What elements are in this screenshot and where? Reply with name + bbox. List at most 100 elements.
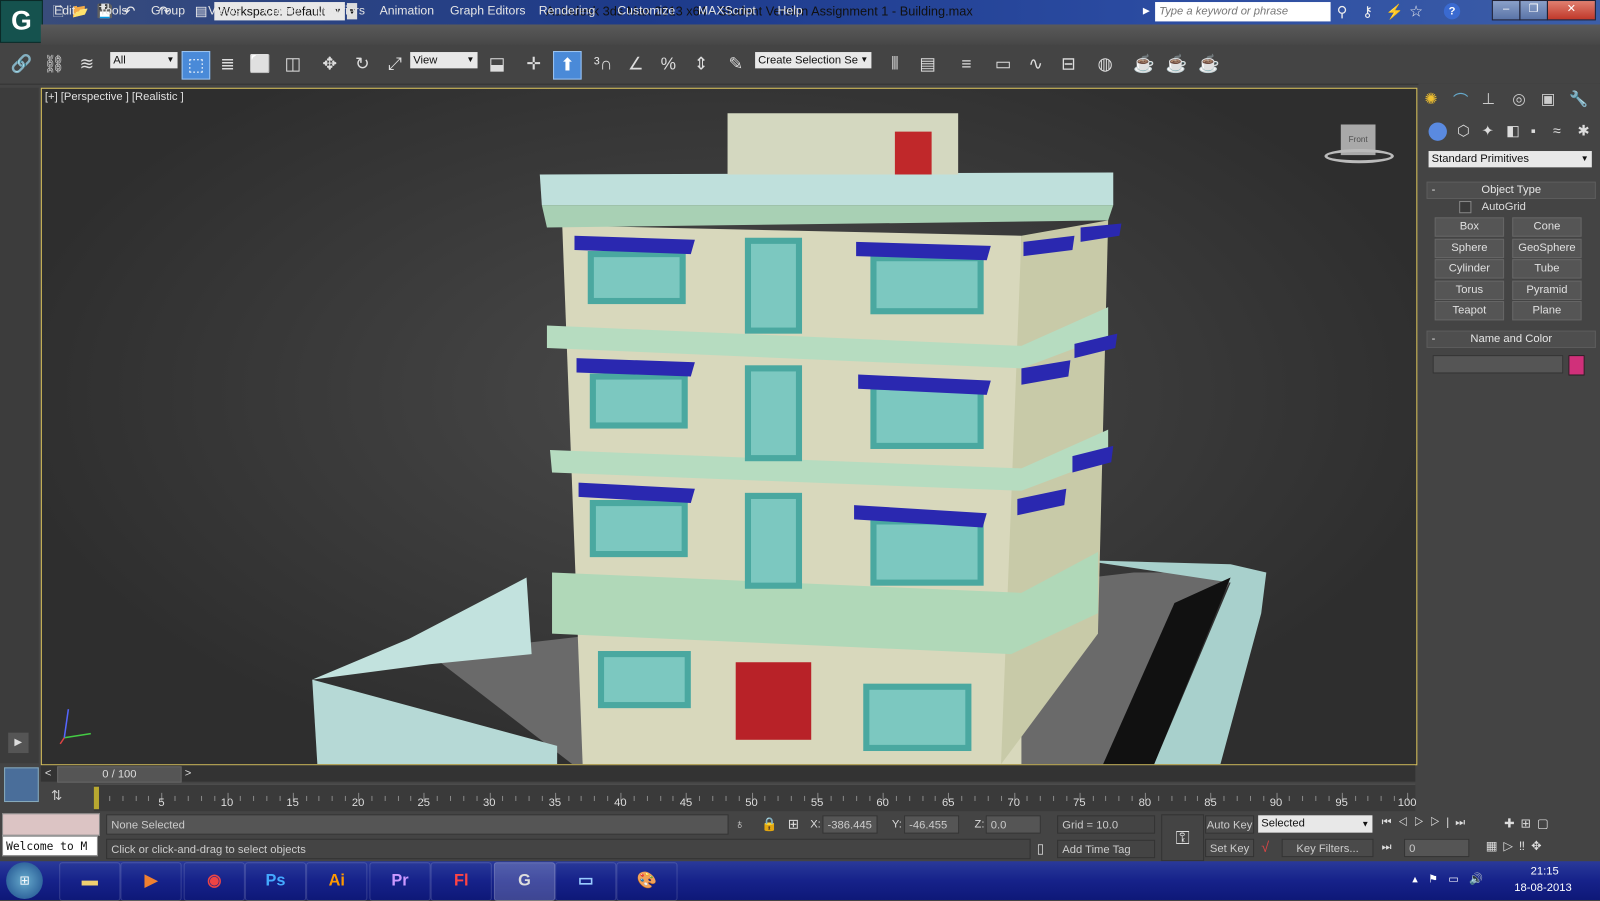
mini-curve-editor-icon[interactable] (4, 767, 39, 803)
y-coordinate-field[interactable]: -46.455 (904, 815, 960, 834)
add-time-tag-button[interactable]: Add Time Tag (1057, 839, 1156, 859)
viewcube[interactable]: Front (1324, 122, 1395, 169)
menu-rendering[interactable]: Rendering (539, 3, 596, 17)
cone-button[interactable]: Cone (1512, 217, 1582, 237)
reference-coordinate-dropdown[interactable]: View (410, 52, 478, 69)
named-selection-set-dropdown[interactable]: Create Selection Se (755, 52, 872, 69)
edit-named-selection-icon[interactable]: ✎ (722, 51, 749, 78)
menu-graph-editors[interactable]: Graph Editors (450, 3, 526, 17)
selection-lock-icon[interactable]: 🔒 (761, 816, 778, 832)
taskbar-flash[interactable]: Fl (430, 862, 492, 901)
auto-key-button[interactable]: Auto Key (1205, 815, 1255, 834)
menu-help[interactable]: Help (778, 3, 803, 17)
schematic-view-icon[interactable]: ⊟ (1055, 51, 1082, 78)
close-button[interactable]: ✕ (1546, 0, 1596, 21)
menu-customize[interactable]: Customize (617, 3, 675, 17)
viewport-label-menu[interactable]: [+] [Perspective ] [Realistic ] (45, 91, 184, 103)
time-slider[interactable]: 0 / 100 (57, 766, 182, 783)
isolate-selection-icon[interactable]: ♁ (735, 816, 745, 831)
modify-tab-icon[interactable]: ⌒ (1453, 90, 1468, 111)
restore-button[interactable]: ❐ (1519, 0, 1548, 21)
taskbar-media-player[interactable]: ▶ (120, 862, 182, 901)
layer-manager-icon[interactable]: ≡ (953, 51, 980, 78)
rendered-frame-window-icon[interactable]: ☕ (1163, 51, 1190, 78)
set-keys-key-icon[interactable]: ⚿ (1161, 814, 1205, 862)
rectangular-selection-icon[interactable]: ⬜ (247, 51, 274, 78)
select-and-link-icon[interactable]: 🔗 (8, 51, 35, 78)
maxscript-mini-listener-toggle[interactable]: ▶ (8, 732, 29, 754)
taskbar-photoshop[interactable]: Ps (244, 862, 307, 901)
binoculars-icon[interactable]: ⚲ (1337, 3, 1347, 20)
maxscript-listener-white[interactable]: Welcome to M (2, 835, 98, 857)
time-slider-next[interactable]: > (185, 767, 192, 779)
application-button[interactable]: G (0, 0, 43, 43)
taskbar-paint[interactable]: 🎨 (616, 862, 678, 901)
align-icon[interactable]: ▤ (914, 51, 941, 78)
geometry-icon[interactable] (1428, 122, 1447, 141)
autogrid-checkbox[interactable] (1459, 201, 1472, 214)
systems-icon[interactable]: ✱ (1578, 122, 1590, 139)
menu-tools[interactable]: Tools (99, 3, 128, 17)
shapes-icon[interactable]: ⬡ (1457, 122, 1469, 139)
help-icon[interactable]: ? (1443, 3, 1461, 20)
time-tag-icon[interactable]: ▯ (1037, 841, 1044, 857)
key-mode-dropdown[interactable]: Selected (1258, 815, 1373, 833)
perspective-viewport[interactable] (40, 87, 1418, 766)
bind-space-warp-icon[interactable]: ≋ (73, 51, 100, 78)
taskbar-explorer[interactable]: ▬ (59, 862, 121, 901)
curve-editor-icon[interactable]: ∿ (1022, 51, 1049, 78)
menu-group[interactable]: Group (151, 3, 185, 17)
object-type-rollout-header[interactable]: - Object Type (1426, 181, 1596, 199)
scene-explorer-icon[interactable]: ▭ (990, 51, 1017, 78)
space-warps-icon[interactable]: ≈ (1553, 122, 1561, 138)
favorites-star-icon[interactable]: ☆ (1409, 2, 1423, 20)
geosphere-button[interactable]: GeoSphere (1512, 238, 1582, 259)
unlink-icon[interactable]: ⛓ (41, 51, 68, 78)
default-tangent-icon[interactable]: √ (1261, 839, 1269, 855)
window-crossing-icon[interactable]: ◫ (280, 51, 307, 78)
time-slider-prev[interactable]: < (45, 767, 52, 779)
select-by-name-icon[interactable]: ≣ (214, 51, 241, 78)
keyboard-shortcut-override-icon[interactable]: ⬆ (553, 51, 582, 80)
key-icon[interactable]: ⚷ (1362, 3, 1372, 20)
set-key-button[interactable]: Set Key (1205, 838, 1255, 858)
percent-snap-icon[interactable]: % (655, 51, 682, 78)
tube-button[interactable]: Tube (1512, 259, 1582, 279)
menu-modifiers[interactable]: Modifiers (315, 3, 365, 17)
name-color-rollout-header[interactable]: - Name and Color (1426, 330, 1596, 348)
viewcube-compass-ring[interactable] (1324, 148, 1394, 164)
select-and-rotate-icon[interactable]: ↻ (349, 51, 376, 78)
plane-button[interactable]: Plane (1512, 301, 1582, 321)
pivot-center-icon[interactable]: ⬓ (484, 51, 511, 78)
pyramid-button[interactable]: Pyramid (1512, 280, 1582, 300)
manipulate-icon[interactable]: ✛ (520, 51, 547, 78)
snaps-toggle-icon[interactable]: ³∩ (590, 51, 617, 78)
current-frame-field[interactable]: 0 (1404, 838, 1470, 858)
select-object-icon[interactable]: ⬚ (181, 51, 211, 80)
select-and-move-icon[interactable]: ✥ (316, 51, 343, 78)
taskbar-remote[interactable]: ▭ (555, 862, 617, 901)
spinner-snap-icon[interactable]: ⇕ (688, 51, 715, 78)
cameras-icon[interactable]: ◧ (1506, 122, 1520, 139)
selection-filter-dropdown[interactable]: All (110, 52, 178, 69)
taskbar-premiere[interactable]: Pr (369, 862, 431, 901)
start-button[interactable]: ⊞ (6, 862, 43, 899)
angle-snap-icon[interactable]: ∠ (622, 51, 649, 78)
system-tray-icons[interactable]: ▴⚑▭🔊 (1412, 872, 1493, 885)
menu-maxscript[interactable]: MAXScript (698, 3, 756, 17)
sphere-button[interactable]: Sphere (1434, 238, 1505, 259)
track-bar[interactable]: 5 10 15 20 25 30 35 40 45 50 55 60 65 70 75 80 85 90 95 100 (93, 783, 1416, 812)
cylinder-button[interactable]: Cylinder (1434, 259, 1505, 279)
key-filters-button[interactable]: Key Filters... (1281, 838, 1374, 858)
teapot-button[interactable]: Teapot (1434, 301, 1505, 321)
clock-time[interactable]: 21:15 (1531, 865, 1559, 877)
x-coordinate-field[interactable]: -386.445 (822, 815, 878, 834)
clock-date[interactable]: 18-08-2013 (1514, 882, 1571, 894)
taskbar-illustrator[interactable]: Ai (306, 862, 368, 901)
render-setup-icon[interactable]: ☕ (1131, 51, 1158, 78)
hierarchy-tab-icon[interactable]: ⊥ (1482, 90, 1495, 108)
helpers-icon[interactable]: ▪ (1531, 122, 1536, 138)
maxscript-listener-pink[interactable] (2, 813, 100, 836)
menu-views[interactable]: Views (208, 3, 240, 17)
create-tab-icon[interactable]: ✺ (1424, 90, 1437, 108)
